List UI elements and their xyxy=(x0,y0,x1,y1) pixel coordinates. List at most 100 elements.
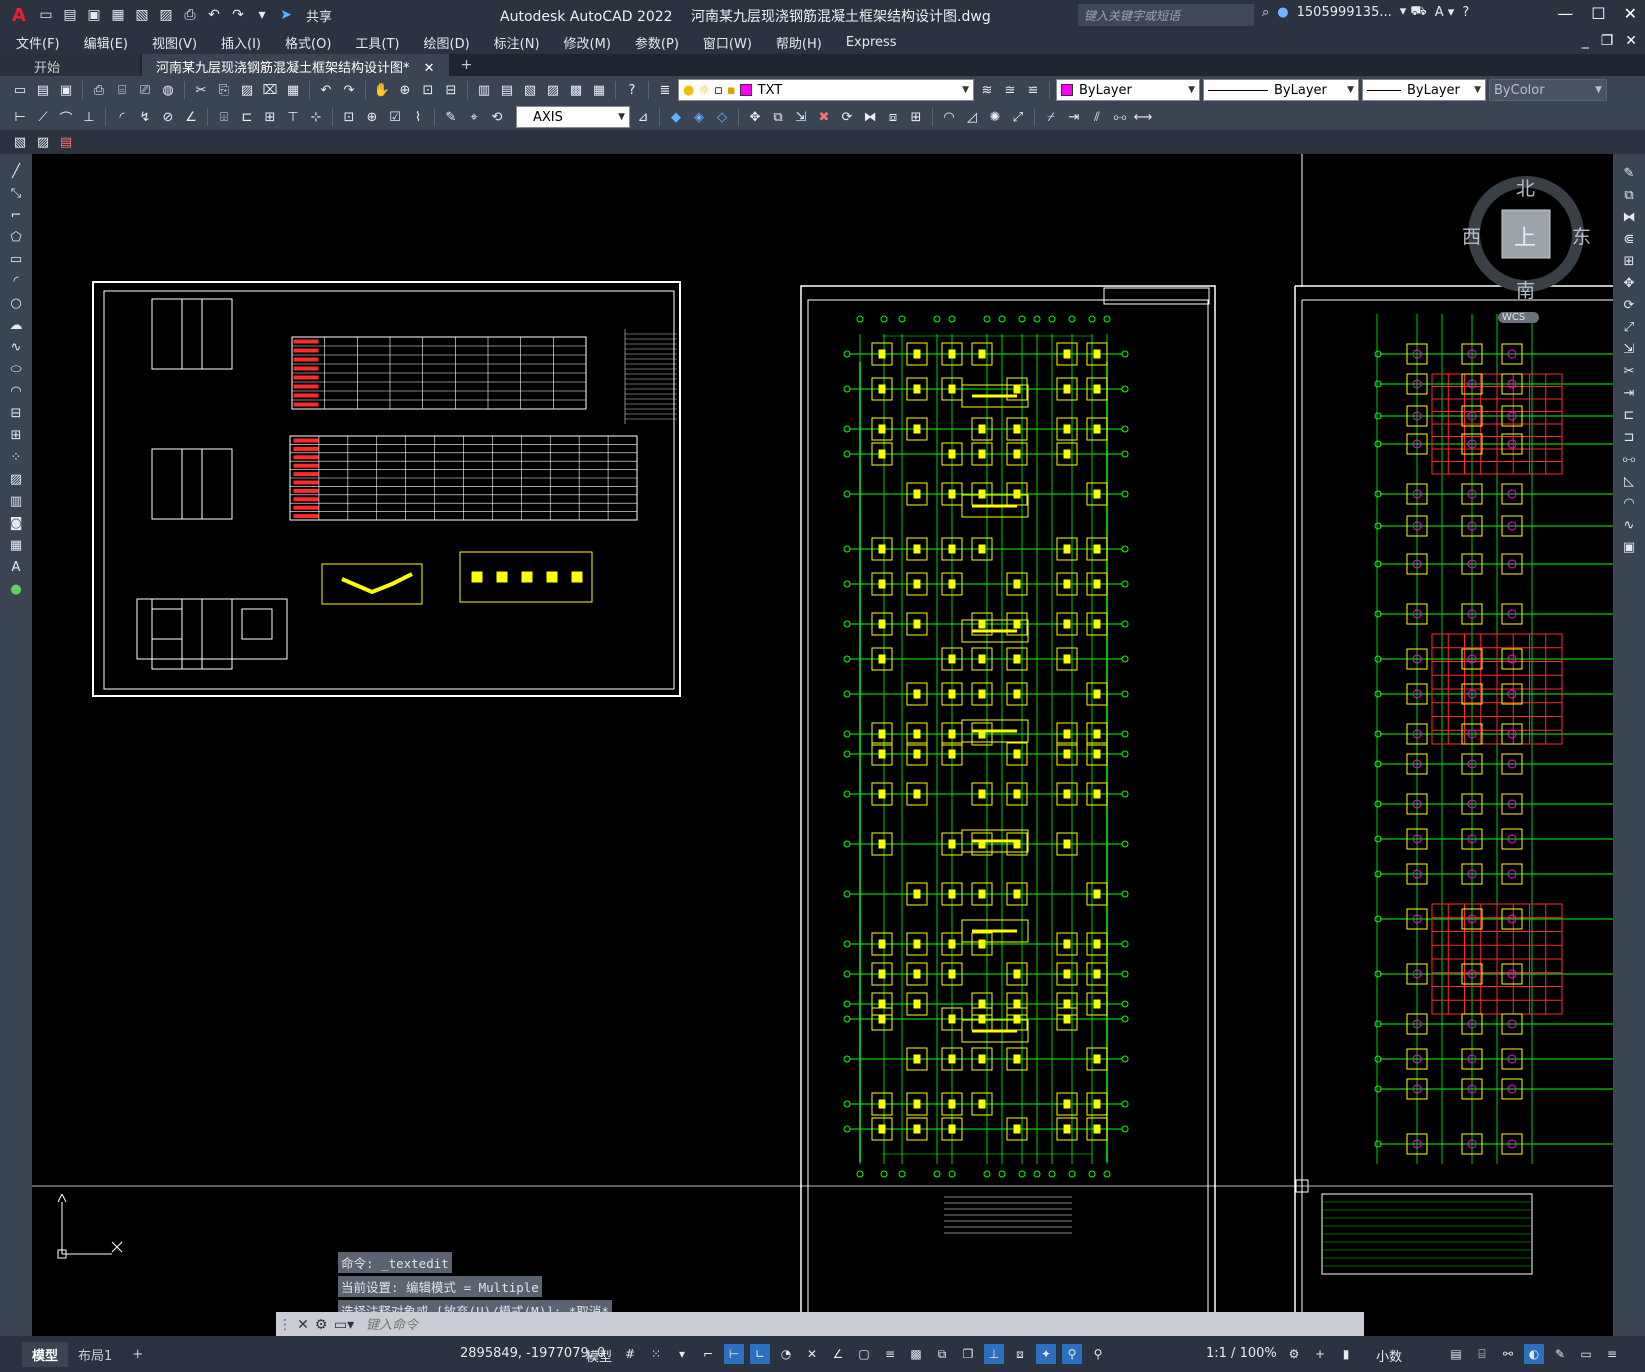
copy-icon[interactable]: ⧉ xyxy=(1618,186,1640,204)
undo-icon[interactable]: ↶ xyxy=(316,80,336,100)
save-as-icon[interactable]: ▦ xyxy=(108,5,128,25)
lineweight-dropdown[interactable]: ByLayer ▼ xyxy=(1362,79,1486,101)
properties-icon[interactable]: ▥ xyxy=(474,80,494,100)
jogged-dim-icon[interactable]: ↯ xyxy=(135,107,155,127)
workspace-gear-icon[interactable]: ⚙ xyxy=(1284,1344,1304,1364)
zoom-previous-icon[interactable]: ⊟ xyxy=(441,80,461,100)
linetype-dropdown[interactable]: ByLayer ▼ xyxy=(1203,79,1359,101)
fillet-icon[interactable]: ◠ xyxy=(1618,494,1640,512)
join-icon[interactable]: ⧟ xyxy=(1618,450,1640,468)
viewcube-top-face[interactable]: 上 xyxy=(1514,220,1536,252)
minimize-icon[interactable]: — xyxy=(1557,4,1573,23)
baseline-dim-icon[interactable]: ⊏ xyxy=(237,107,257,127)
mirror-icon[interactable]: ⧓ xyxy=(860,107,880,127)
blend-icon[interactable]: ∿ xyxy=(1618,516,1640,534)
point-icon[interactable]: ⁘ xyxy=(5,448,27,466)
properties-toggle-icon[interactable]: ▮ xyxy=(1336,1344,1356,1364)
tab-close-icon[interactable]: ✕ xyxy=(424,61,435,76)
quick-dim-icon[interactable]: ⌹ xyxy=(214,107,234,127)
menu-help[interactable]: 帮助(H) xyxy=(776,33,822,52)
new-file-icon[interactable]: ▭ xyxy=(36,5,56,25)
center-mark-icon[interactable]: ⊕ xyxy=(362,107,382,127)
offset-icon[interactable]: ⧈ xyxy=(883,107,903,127)
offset-icon[interactable]: ⋐ xyxy=(1618,230,1640,248)
viewcube-south[interactable]: 南 xyxy=(1516,276,1535,303)
publish-icon[interactable]: ⎚ xyxy=(135,80,155,100)
extend-icon[interactable]: ⇥ xyxy=(1064,107,1084,127)
erase-icon[interactable]: ✖ xyxy=(814,107,834,127)
array-icon[interactable]: ⊞ xyxy=(1618,252,1640,270)
save-icon[interactable]: ▣ xyxy=(84,5,104,25)
fillet-icon[interactable]: ◠ xyxy=(939,107,959,127)
isolate-objects-icon[interactable]: ⚯ xyxy=(1498,1344,1518,1364)
join-icon[interactable]: ⧟ xyxy=(1110,107,1130,127)
share-icon[interactable]: ➤ xyxy=(276,5,296,25)
search-input[interactable]: 键入关键字或短语 xyxy=(1078,4,1254,26)
continue-dim-icon[interactable]: ⊞ xyxy=(260,107,280,127)
menu-modify[interactable]: 修改(M) xyxy=(564,33,611,52)
viewcube-west[interactable]: 西 xyxy=(1462,222,1481,249)
undo-icon[interactable]: ↶ xyxy=(204,5,224,25)
line-icon[interactable]: ╱ xyxy=(5,162,27,180)
ellipse-arc-icon[interactable]: ◠ xyxy=(5,382,27,400)
customize-dropdown-icon[interactable]: ▾ xyxy=(252,5,272,25)
menu-insert[interactable]: 插入(I) xyxy=(221,33,261,52)
color-dropdown[interactable]: ByLayer ▼ xyxy=(1056,79,1200,101)
erase-icon[interactable]: ✎ xyxy=(1618,164,1640,182)
ucs-previous-icon[interactable]: ◇ xyxy=(712,107,732,127)
menu-view[interactable]: 视图(V) xyxy=(152,33,197,52)
layer-dropdown[interactable]: ● ☼ ▫ ▪ TXT ▼ xyxy=(678,79,974,101)
arc-icon[interactable]: ◜ xyxy=(5,272,27,290)
graphics-performance-icon[interactable]: ✎ xyxy=(1550,1344,1570,1364)
angular-dim-icon[interactable]: ∠ xyxy=(181,107,201,127)
layer-previous-icon[interactable]: ≊ xyxy=(1000,80,1020,100)
explode-icon[interactable]: ✺ xyxy=(985,107,1005,127)
dim-edit-icon[interactable]: ✎ xyxy=(441,107,461,127)
ortho-icon[interactable]: ∟ xyxy=(750,1344,770,1364)
infer-constraints-icon[interactable]: ⌐ xyxy=(698,1344,718,1364)
dim-break-icon[interactable]: ⊹ xyxy=(306,107,326,127)
menu-draw[interactable]: 绘图(D) xyxy=(424,33,470,52)
rotate-icon[interactable]: ⟳ xyxy=(1618,296,1640,314)
scale-icon[interactable]: ⤢ xyxy=(1618,318,1640,336)
attribute-edit-icon[interactable]: ▨ xyxy=(33,132,53,152)
block-editor-icon[interactable]: ▦ xyxy=(283,80,303,100)
menu-file[interactable]: 文件(F) xyxy=(16,33,60,52)
add-icon[interactable]: + xyxy=(1310,1344,1330,1364)
tool-palettes-icon[interactable]: ▧ xyxy=(520,80,540,100)
annotation-visibility-icon[interactable]: ⚲ xyxy=(1062,1344,1082,1364)
search-icon[interactable]: ⌕ xyxy=(1262,5,1269,20)
doc-minimize-icon[interactable]: _ xyxy=(1582,33,1589,49)
maximize-icon[interactable]: ☐ xyxy=(1591,4,1605,23)
recent-commands-icon[interactable]: ▭▾ xyxy=(330,1317,358,1333)
hatch-edit-icon[interactable]: ▧ xyxy=(10,132,30,152)
make-current-icon[interactable]: ≋ xyxy=(977,80,997,100)
help-icon[interactable]: ? xyxy=(622,80,642,100)
grip-icon[interactable]: ⋮ xyxy=(276,1317,294,1333)
inspection-icon[interactable]: ☑ xyxy=(385,107,405,127)
open-icon[interactable]: ▤ xyxy=(33,80,53,100)
hatch-icon[interactable]: ▨ xyxy=(5,470,27,488)
break-icon[interactable]: ⫽ xyxy=(1087,107,1107,127)
scale-icon[interactable]: ⤢ xyxy=(1008,107,1028,127)
help-icon[interactable]: ? xyxy=(1462,5,1469,20)
chamfer-icon[interactable]: ◿ xyxy=(962,107,982,127)
copy-icon[interactable]: ⎘ xyxy=(214,80,234,100)
dim-space-icon[interactable]: ⊤ xyxy=(283,107,303,127)
text-edit-icon[interactable]: ▤ xyxy=(56,132,76,152)
mirror-icon[interactable]: ⧓ xyxy=(1618,208,1640,226)
new-tab-icon[interactable]: + xyxy=(451,54,483,76)
insert-block-icon[interactable]: ⊟ xyxy=(5,404,27,422)
grid-icon[interactable]: # xyxy=(620,1344,640,1364)
coordinates-display[interactable]: 2895849, -1977079, 0 xyxy=(460,1346,605,1361)
viewcube[interactable]: 北 西 东 南 上 WCS xyxy=(1462,172,1591,323)
selection-cycling-icon[interactable]: ⧉ xyxy=(932,1344,952,1364)
tab-layout1[interactable]: 布局1 xyxy=(68,1342,122,1367)
app-menu-button[interactable]: A xyxy=(6,5,32,26)
circle-icon[interactable]: ○ xyxy=(5,294,27,312)
model-space-button[interactable]: 模型 xyxy=(586,1346,612,1365)
plotstyle-dropdown[interactable]: ByColor ▼ xyxy=(1489,79,1607,101)
menu-edit[interactable]: 编辑(E) xyxy=(84,33,128,52)
transparency-icon[interactable]: ▩ xyxy=(906,1344,926,1364)
auto-scale-icon[interactable]: ⚲ xyxy=(1088,1344,1108,1364)
